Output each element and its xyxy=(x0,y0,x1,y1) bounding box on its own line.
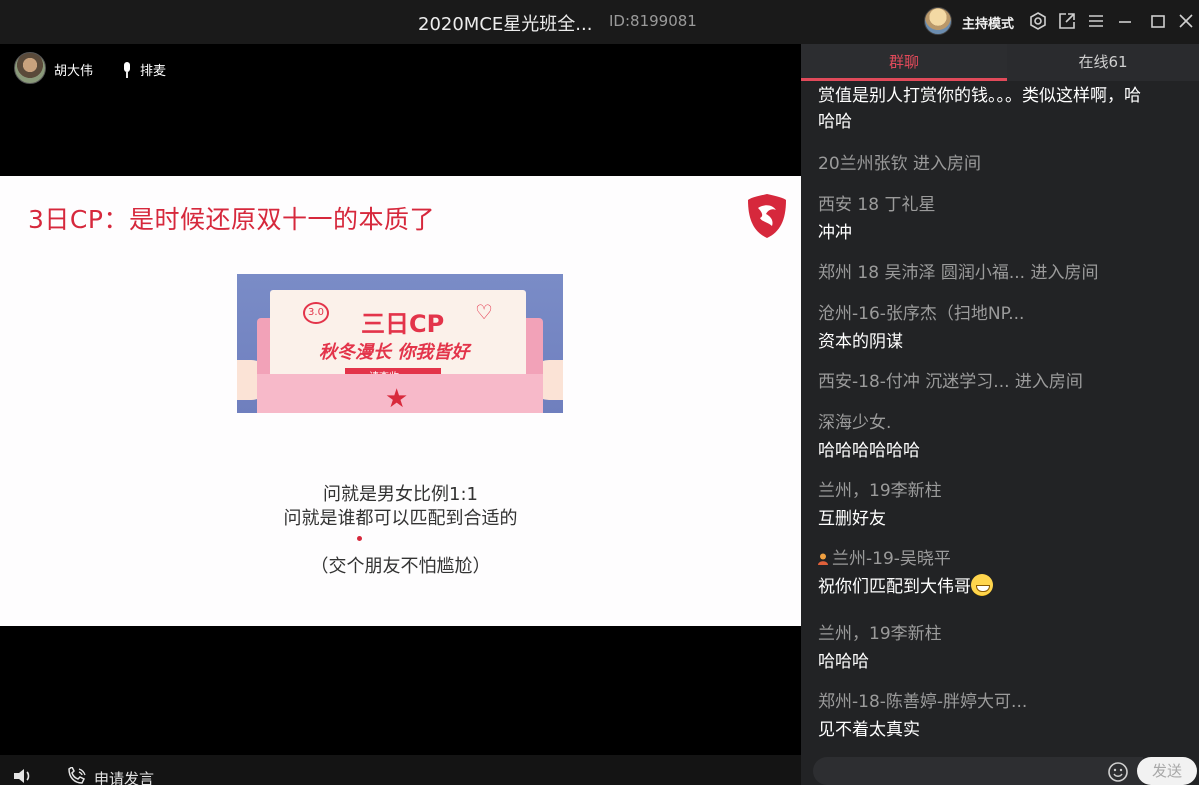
bottom-toolbar: 申请发言 xyxy=(0,755,801,785)
title-bar: 2020MCE星光班全... ID:8199081 主持模式 xyxy=(0,0,1199,44)
presenter-avatar[interactable] xyxy=(14,52,46,84)
message-sender: 郑州-18-陈善婷-胖婷大可... xyxy=(818,692,1028,712)
host-avatar[interactable] xyxy=(924,7,952,35)
version-badge: 3.0 xyxy=(303,302,329,324)
maximize-icon[interactable] xyxy=(1148,11,1168,31)
msi-shield-logo xyxy=(748,194,786,238)
settings-icon[interactable] xyxy=(1028,11,1048,31)
message-text: 哈哈哈 xyxy=(818,652,869,672)
chat-tabs: 群聊 在线61 xyxy=(801,44,1199,81)
message-text: 哈哈哈哈哈哈 xyxy=(818,441,920,461)
slide-line-2: 问就是谁都可以匹配到合适的 xyxy=(283,508,518,529)
message-list[interactable]: 赏值是别人打赏你的钱。。。类似这样啊，哈 哈哈 20兰州张钦 进入房间 西安 1… xyxy=(801,81,1199,757)
grinning-emoji-icon xyxy=(971,574,993,596)
speaker-icon[interactable] xyxy=(12,767,34,785)
host-mode-button[interactable]: 主持模式 xyxy=(962,13,1014,32)
emoji-icon[interactable] xyxy=(1107,761,1129,783)
video-area: 胡大伟 排麦 3日CP：是时候还原双十一的本质了 3.0 ♡ 三日CP 秋冬漫长… xyxy=(0,44,801,755)
slide-line-1: 问就是男女比例1:1 xyxy=(323,484,478,505)
chat-input-bar: 发送 xyxy=(801,757,1199,785)
phone-icon xyxy=(68,767,86,784)
star-mascot-icon: ★ xyxy=(385,384,409,413)
message-text: 互删好友 xyxy=(818,509,886,529)
bullet-dot xyxy=(357,536,362,541)
join-notice: 郑州 18 吴沛泽 圆润小福... 进入房间 xyxy=(818,263,1099,283)
chat-input[interactable] xyxy=(813,757,1143,785)
message-text: 祝你们匹配到大伟哥 xyxy=(818,577,971,597)
send-button[interactable]: 发送 xyxy=(1137,757,1197,785)
microphone-icon xyxy=(124,62,130,78)
menu-icon[interactable] xyxy=(1086,11,1106,31)
message-sender: 沧州-16-张序杰（扫地NP... xyxy=(818,304,1025,324)
message-sender: 兰州-19-吴晓平 xyxy=(832,549,951,569)
minimize-icon[interactable] xyxy=(1115,11,1135,31)
join-notice: 西安-18-付冲 沉迷学习... 进入房间 xyxy=(818,372,1083,392)
message-text-row: 祝你们匹配到大伟哥 xyxy=(818,572,993,597)
message-text: 哈哈 xyxy=(818,112,852,132)
promo-banner: 3.0 ♡ 三日CP 秋冬漫长 你我皆好 请查收~ ★ xyxy=(237,274,563,413)
presentation-slide: 3日CP：是时候还原双十一的本质了 3.0 ♡ 三日CP 秋冬漫长 你我皆好 请… xyxy=(0,176,801,626)
message-sender-row: 兰州-19-吴晓平 xyxy=(818,544,951,569)
presenter-name: 胡大伟 xyxy=(54,64,94,79)
apply-speak-label: 申请发言 xyxy=(94,770,155,785)
queue-mic-label: 排麦 xyxy=(140,64,167,79)
window-title: 2020MCE星光班全... xyxy=(418,14,593,35)
banner-main-text: 三日CP xyxy=(361,310,445,338)
close-icon[interactable] xyxy=(1176,11,1196,31)
message-sender: 深海少女. xyxy=(818,413,892,433)
message-sender: 兰州，19李新柱 xyxy=(818,624,942,644)
join-notice: 20兰州张钦 进入房间 xyxy=(818,154,982,174)
message-text: 赏值是别人打赏你的钱。。。类似这样啊，哈 xyxy=(818,86,1141,106)
message-sender: 西安 18 丁礼星 xyxy=(818,195,936,215)
tab-group-chat[interactable]: 群聊 xyxy=(801,44,1007,81)
popout-icon[interactable] xyxy=(1057,11,1077,31)
user-badge-icon xyxy=(818,553,828,565)
chat-panel: 群聊 在线61 赏值是别人打赏你的钱。。。类似这样啊，哈 哈哈 20兰州张钦 进… xyxy=(801,44,1199,785)
slide-line-3: （交个朋友不怕尴尬） xyxy=(310,556,491,577)
message-text: 冲冲 xyxy=(818,223,852,243)
room-id: ID:8199081 xyxy=(609,12,697,30)
banner-sub-text: 秋冬漫长 你我皆好 xyxy=(319,342,470,363)
slide-title: 3日CP：是时候还原双十一的本质了 xyxy=(28,205,435,234)
heart-icon: ♡ xyxy=(475,300,493,324)
tab-online-users[interactable]: 在线61 xyxy=(1007,44,1199,81)
message-text: 资本的阴谋 xyxy=(818,332,903,352)
message-text: 见不着太真实 xyxy=(818,720,920,740)
message-sender: 兰州，19李新柱 xyxy=(818,481,942,501)
app-window: 2020MCE星光班全... ID:8199081 主持模式 胡大伟 排麦 3日… xyxy=(0,0,1199,785)
